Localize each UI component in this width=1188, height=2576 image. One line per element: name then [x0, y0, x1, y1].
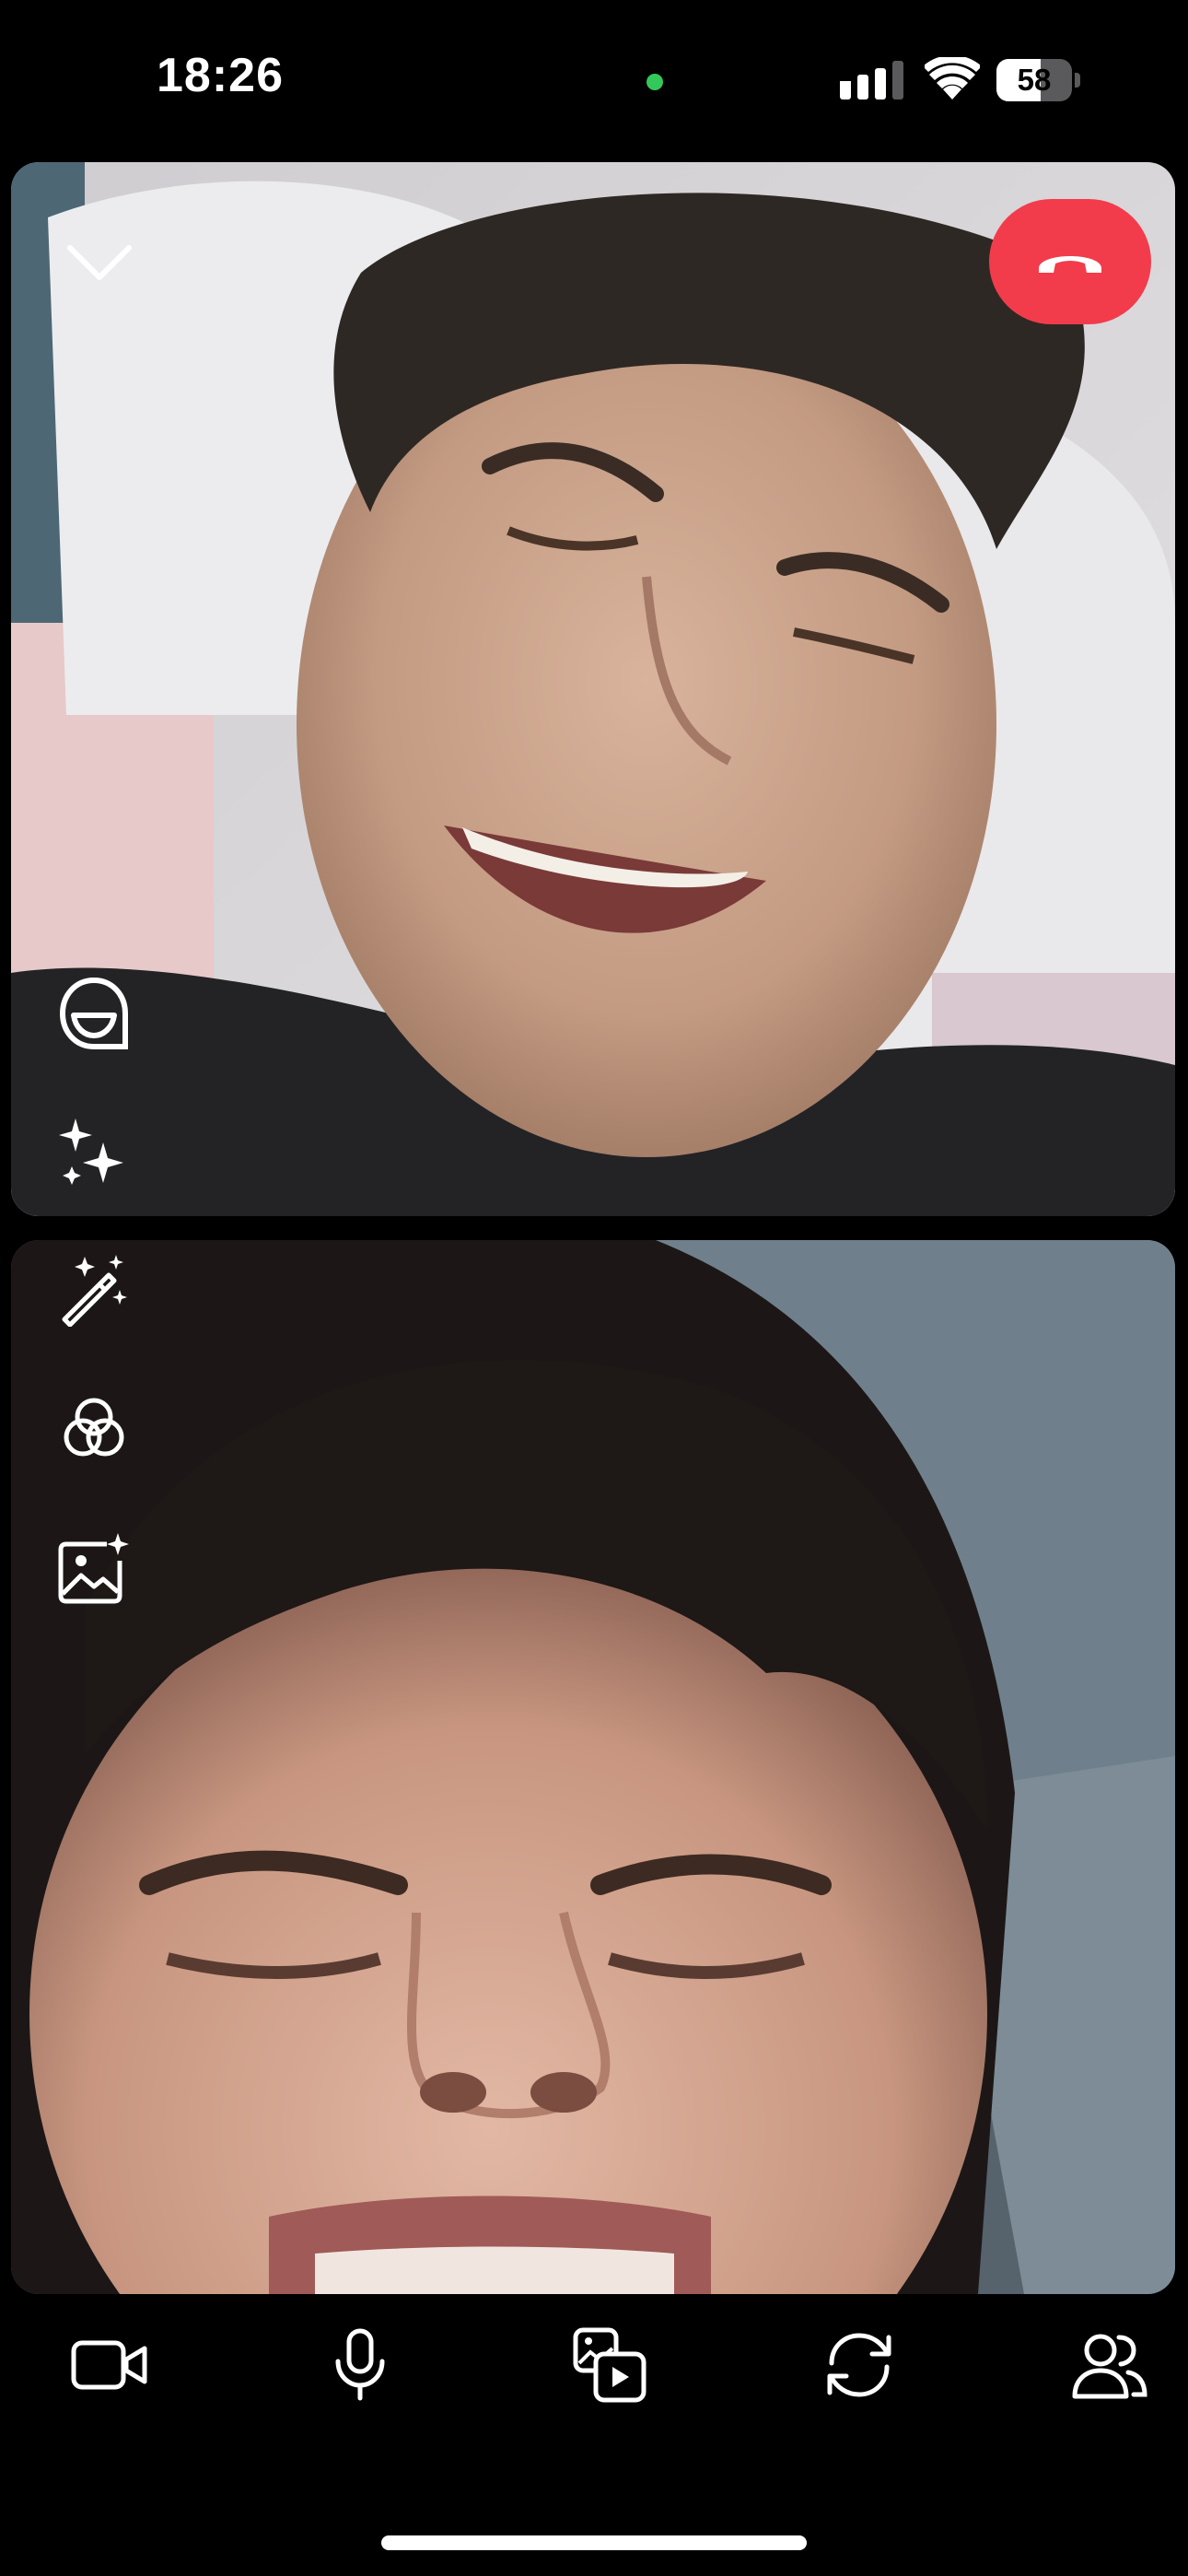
self-video-feed[interactable] [11, 1240, 1175, 2294]
face-lens-button[interactable] [50, 969, 138, 1058]
remote-video-image [11, 162, 1175, 1216]
status-time: 18:26 [157, 49, 284, 102]
media-share-icon [573, 2327, 646, 2403]
chevron-down-icon [67, 245, 132, 280]
sparkles-icon [59, 1118, 123, 1185]
participants-button[interactable] [1059, 2314, 1160, 2416]
flip-camera-icon [827, 2333, 891, 2397]
home-indicator[interactable] [381, 2535, 807, 2550]
magic-wand-button[interactable] [50, 1246, 138, 1334]
battery-percent: 58 [1017, 63, 1052, 97]
toggle-video-button[interactable] [59, 2314, 160, 2416]
status-bar: 18:26 58 [0, 0, 1188, 157]
self-video-image [11, 1240, 1175, 2294]
magic-wand-icon [62, 1255, 127, 1327]
video-camera-icon [71, 2340, 147, 2390]
color-filter-button[interactable] [50, 1384, 138, 1472]
participants-icon [1072, 2334, 1147, 2399]
wifi-icon [925, 57, 980, 100]
hang-up-icon [1039, 256, 1101, 273]
cellular-signal-icon [840, 61, 903, 100]
battery-indicator: 58 [996, 59, 1081, 101]
face-lens-icon [59, 977, 128, 1049]
toggle-mic-button[interactable] [309, 2314, 411, 2416]
flip-camera-button[interactable] [809, 2314, 910, 2416]
remote-video-feed[interactable] [11, 162, 1175, 1216]
call-toolbar [0, 2303, 1188, 2423]
color-filter-icon [64, 1398, 124, 1457]
share-media-button[interactable] [560, 2314, 661, 2416]
microphone-icon [335, 2328, 385, 2401]
mic-in-use-indicator [646, 74, 663, 90]
background-image-button[interactable] [50, 1524, 138, 1612]
minimize-call-button[interactable] [55, 230, 144, 297]
image-sparkle-icon [58, 1533, 129, 1604]
end-call-button[interactable] [989, 199, 1151, 324]
effects-button[interactable] [50, 1109, 138, 1198]
